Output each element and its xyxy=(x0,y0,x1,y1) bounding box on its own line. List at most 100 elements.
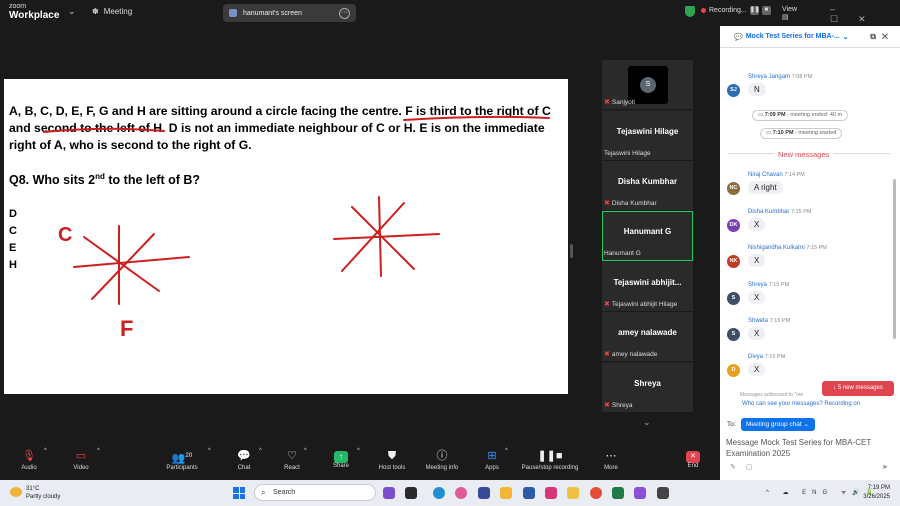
app-icon[interactable] xyxy=(657,487,669,499)
view-button[interactable]: View ▤ xyxy=(782,6,797,21)
chevron-up-icon[interactable]: ^ xyxy=(208,448,211,480)
clock[interactable]: 7:19 PM 3/26/2025 xyxy=(856,484,890,502)
participant-name: Tejaswini Hilage xyxy=(616,127,679,136)
message-input[interactable]: Message Mock Test Series for MBA-CET Exa… xyxy=(726,437,894,459)
resize-handle[interactable] xyxy=(570,244,573,258)
compose-tools[interactable]: ✎▢ xyxy=(730,463,762,471)
window-controls[interactable]: –☐✕ xyxy=(830,4,886,25)
weather-widget[interactable]: 31°C Partly cloudy xyxy=(10,485,60,501)
taskbar-search[interactable]: ⌕ Search xyxy=(254,484,376,501)
message-text: X xyxy=(748,254,766,267)
chat-header-actions[interactable]: ⧉✕ xyxy=(870,32,894,42)
message-time: 7:15 PM xyxy=(791,209,812,215)
task-view-icon[interactable] xyxy=(405,487,417,499)
apps-label: Apps xyxy=(485,465,499,471)
participant-tile[interactable]: Tejaswini abhijit... ✖ Tejaswini abhijit … xyxy=(602,262,693,312)
logo-big: Workplace xyxy=(9,10,60,21)
excel-icon[interactable] xyxy=(612,487,624,499)
chevron-up-icon[interactable]: ^ xyxy=(44,448,47,480)
video-label: Video xyxy=(73,465,89,471)
more-icon: ⋯ xyxy=(605,450,617,462)
mic-muted-icon: ✖ xyxy=(604,351,610,358)
recipient-value: Meeting group chat xyxy=(746,421,802,428)
meeting-menu-button[interactable]: ✽ Meeting xyxy=(92,7,132,16)
chevron-down-icon[interactable]: ⌄ xyxy=(643,417,651,428)
more-options-icon[interactable]: ··· xyxy=(339,7,350,19)
end-label: End xyxy=(687,463,699,469)
instagram-icon[interactable] xyxy=(545,487,557,499)
copilot-icon[interactable] xyxy=(455,487,467,499)
who-can-see-link[interactable]: Who can see your messages? Recording on xyxy=(742,401,860,407)
to-label: To: xyxy=(727,421,736,428)
screen-icon xyxy=(229,9,237,17)
chrome-icon[interactable] xyxy=(590,487,602,499)
chat-button[interactable]: 💬 Chat xyxy=(230,448,258,480)
message-text: X xyxy=(748,218,766,231)
avatar: NC xyxy=(727,182,740,195)
message-time: 7:14 PM xyxy=(784,172,805,178)
video-icon: ▭ xyxy=(758,112,764,118)
participants-label: Participants xyxy=(166,465,198,471)
message-text: X xyxy=(748,363,766,376)
send-icon[interactable]: ➤ xyxy=(882,463,888,471)
pause-stop-recording-button[interactable]: ❚❚■ Pause/stop recording xyxy=(516,448,584,480)
screen-share-indicator[interactable]: hanumant's screen ··· xyxy=(223,4,356,22)
chevron-up-icon[interactable]: ^ xyxy=(357,448,360,480)
new-messages-button[interactable]: ↓ 5 new messages xyxy=(822,381,894,396)
chevron-down-icon[interactable]: ⌄ xyxy=(68,6,76,17)
end-button[interactable]: ✕ End xyxy=(682,448,704,480)
system-time: 7:10 PM xyxy=(772,130,794,136)
underline-2 xyxy=(43,127,165,133)
share-button[interactable]: ↑ Share xyxy=(326,448,356,480)
participant-tile[interactable]: amey nalawade ✖ amey nalawade xyxy=(602,312,693,362)
zoom-taskbar-icon[interactable] xyxy=(634,487,646,499)
participants-button[interactable]: 👥20 Participants xyxy=(160,448,204,480)
store-icon[interactable] xyxy=(500,487,512,499)
chevron-down-icon[interactable]: ⌄ xyxy=(843,33,849,41)
avatar-initial: S xyxy=(640,77,656,93)
participant-tile[interactable]: Shreya ✖ Shreya xyxy=(602,363,693,413)
participant-tile[interactable]: S ✖ Sanjyoti xyxy=(602,60,693,110)
scrollbar[interactable] xyxy=(893,179,896,339)
photos-icon[interactable] xyxy=(478,487,490,499)
chevron-up-icon[interactable]: ^ xyxy=(97,448,100,480)
stop-icon[interactable]: ■ xyxy=(761,6,771,15)
video-button[interactable]: ▭ Video xyxy=(66,448,96,480)
participant-name: Tejaswini abhijit... xyxy=(613,278,682,287)
chevron-up-icon[interactable]: ^ xyxy=(259,448,262,480)
info-icon: ⓘ xyxy=(436,450,448,462)
react-button[interactable]: ♡ React xyxy=(278,448,306,480)
avatar: S xyxy=(727,292,740,305)
chevron-up-icon[interactable]: ^ xyxy=(505,448,508,480)
chat-title[interactable]: Mock Test Series for MBA-... xyxy=(746,33,840,40)
recipient-selector[interactable]: Meeting group chat ⌄ xyxy=(741,418,815,431)
windows-taskbar: 31°C Partly cloudy ⌕ Search ^ ☁ ENG ᯤ🔊🔋 7:… xyxy=(0,480,900,506)
audio-button[interactable]: 🎙 Audio xyxy=(14,448,44,480)
partly-cloudy-icon xyxy=(10,487,22,497)
system-text: - meeting ended: 40 m xyxy=(785,112,843,118)
share-label: Share xyxy=(332,463,349,469)
apps-button[interactable]: ⊞ Apps xyxy=(478,448,506,480)
meeting-info-button[interactable]: ⓘ Meeting info xyxy=(420,448,464,480)
more-button[interactable]: ⋯ More xyxy=(598,448,624,480)
chevron-up-icon[interactable]: ^ xyxy=(304,448,307,480)
message-sender: Shreya Jangam xyxy=(748,74,791,80)
pause-icon[interactable]: ❚❚ xyxy=(749,6,760,15)
share-icon: ↑ xyxy=(334,451,348,463)
host-tools-button[interactable]: ⛊ Host tools xyxy=(372,448,412,480)
participant-tile[interactable]: Tejaswini Hilage Tejaswini Hilage xyxy=(602,111,693,161)
heart-icon: ♡ xyxy=(287,450,297,462)
shield-icon[interactable] xyxy=(685,6,695,17)
participant-tile[interactable]: Disha Kumbhar ✖ Disha Kumbhar xyxy=(602,161,693,211)
avatar: SJ xyxy=(727,84,740,97)
word-icon[interactable] xyxy=(523,487,535,499)
start-button[interactable] xyxy=(233,487,245,499)
app-icon[interactable] xyxy=(383,487,395,499)
avatar: DK xyxy=(727,219,740,232)
message-text: A right xyxy=(748,181,783,194)
file-explorer-icon[interactable] xyxy=(567,487,579,499)
participant-gallery: S ✖ Sanjyoti Tejaswini Hilage Tejaswini H… xyxy=(602,60,693,413)
host-tools-label: Host tools xyxy=(378,465,406,471)
edge-icon[interactable] xyxy=(433,487,445,499)
participant-tile-active-speaker[interactable]: Hanumant G Hanumant G xyxy=(602,211,693,261)
